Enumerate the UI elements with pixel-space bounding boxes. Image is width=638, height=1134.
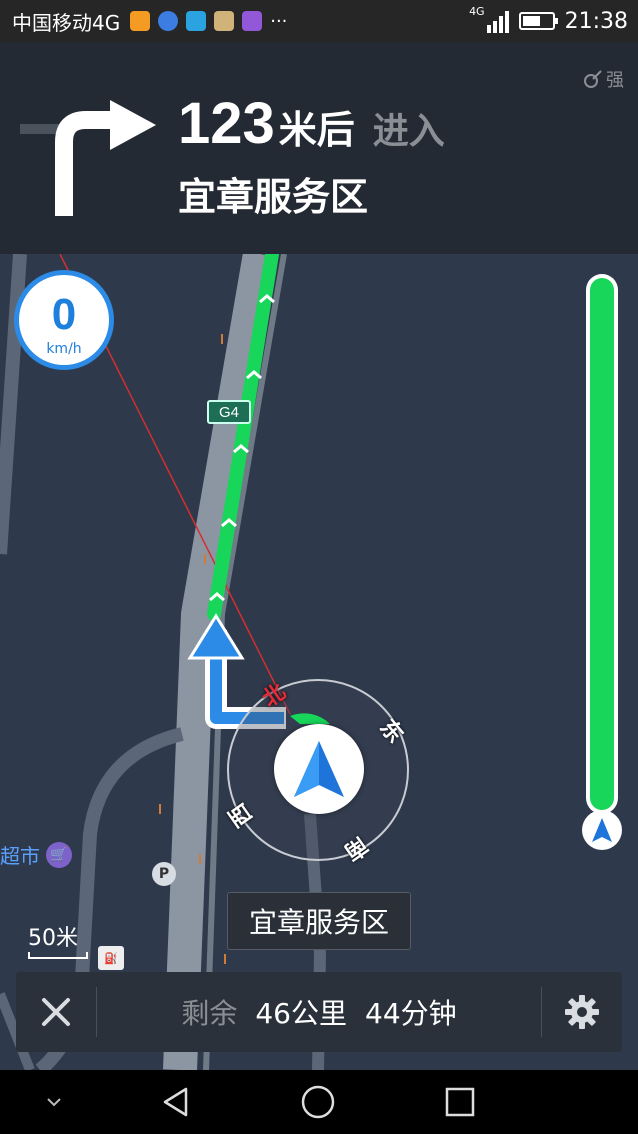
parking-icon[interactable]: P	[152, 862, 176, 886]
telegram-notification-icon	[186, 11, 207, 31]
gear-icon	[565, 995, 599, 1029]
navigation-bottom-bar: 剩余 46公里 44分钟	[16, 972, 622, 1052]
progress-position-marker	[582, 810, 622, 850]
navigation-arrow-icon	[592, 818, 612, 842]
gallery-notification-icon	[242, 11, 263, 31]
carrier-name: 中国移动4G	[12, 10, 121, 35]
home-button[interactable]	[300, 1084, 336, 1120]
turn-right-icon	[20, 100, 156, 216]
remaining-distance: 46公里	[255, 997, 347, 1030]
hide-navbar-button[interactable]	[36, 1084, 72, 1120]
status-bar: 中国移动4G ··· 4G 21:38	[0, 0, 638, 42]
route-progress-bar	[586, 274, 618, 814]
settings-button[interactable]	[542, 972, 622, 1052]
distance-value: 123	[178, 91, 275, 156]
notification-icons: ···	[130, 11, 287, 32]
exit-navigation-button[interactable]	[16, 972, 96, 1052]
poi-supermarket[interactable]: 超市 🛒	[0, 840, 72, 869]
navigation-arrow-icon	[294, 741, 344, 797]
chevron-down-icon	[47, 1098, 61, 1107]
weibo-notification-icon	[130, 11, 151, 31]
more-notifications-icon: ···	[270, 10, 288, 32]
next-road-name: 宜章服务区	[178, 175, 369, 219]
back-button[interactable]	[158, 1084, 194, 1120]
remaining-info: 剩余 46公里 44分钟	[97, 992, 541, 1032]
maneuver-action: 进入	[372, 111, 445, 152]
recents-button[interactable]	[442, 1084, 478, 1120]
map-notification-icon	[158, 11, 179, 31]
highway-shield: G4	[207, 400, 251, 424]
poi-supermarket-label: 超市	[0, 844, 40, 868]
speed-value: 0	[51, 290, 77, 339]
distance-unit: 米后	[278, 108, 355, 152]
signal-icon	[486, 9, 509, 33]
current-location-marker	[274, 724, 364, 814]
close-icon	[42, 998, 70, 1026]
photo-notification-icon	[214, 11, 235, 31]
scale-label: 50米	[28, 926, 78, 951]
battery-icon	[518, 12, 558, 30]
network-type: 4G	[469, 5, 485, 18]
gas-station-icon[interactable]: ⛽	[98, 946, 124, 970]
system-navigation-bar	[0, 1070, 638, 1134]
map-scale: 50米	[28, 920, 88, 959]
speed-unit: km/h	[46, 341, 82, 357]
status-right: 4G 21:38	[469, 0, 628, 42]
recents-square-icon	[445, 1087, 475, 1117]
clock: 21:38	[564, 8, 628, 34]
remaining-time: 44分钟	[365, 997, 457, 1030]
remaining-label: 剩余	[181, 997, 238, 1030]
destination-label[interactable]: 宜章服务区	[227, 892, 411, 950]
shopping-cart-icon: 🛒	[46, 841, 72, 868]
scale-bar	[28, 952, 88, 959]
back-triangle-icon	[163, 1087, 188, 1117]
satellite-icon	[584, 70, 602, 88]
route-progress-fill	[590, 278, 614, 810]
speedometer: 0 km/h	[14, 270, 114, 370]
turn-distance: 123 米后 进入	[178, 90, 445, 157]
home-circle-icon	[301, 1085, 335, 1119]
gps-strength-label: 强	[606, 70, 624, 91]
gps-strength: 强	[583, 66, 624, 92]
navigation-header: 123 米后 进入 宜章服务区 强	[0, 42, 638, 254]
